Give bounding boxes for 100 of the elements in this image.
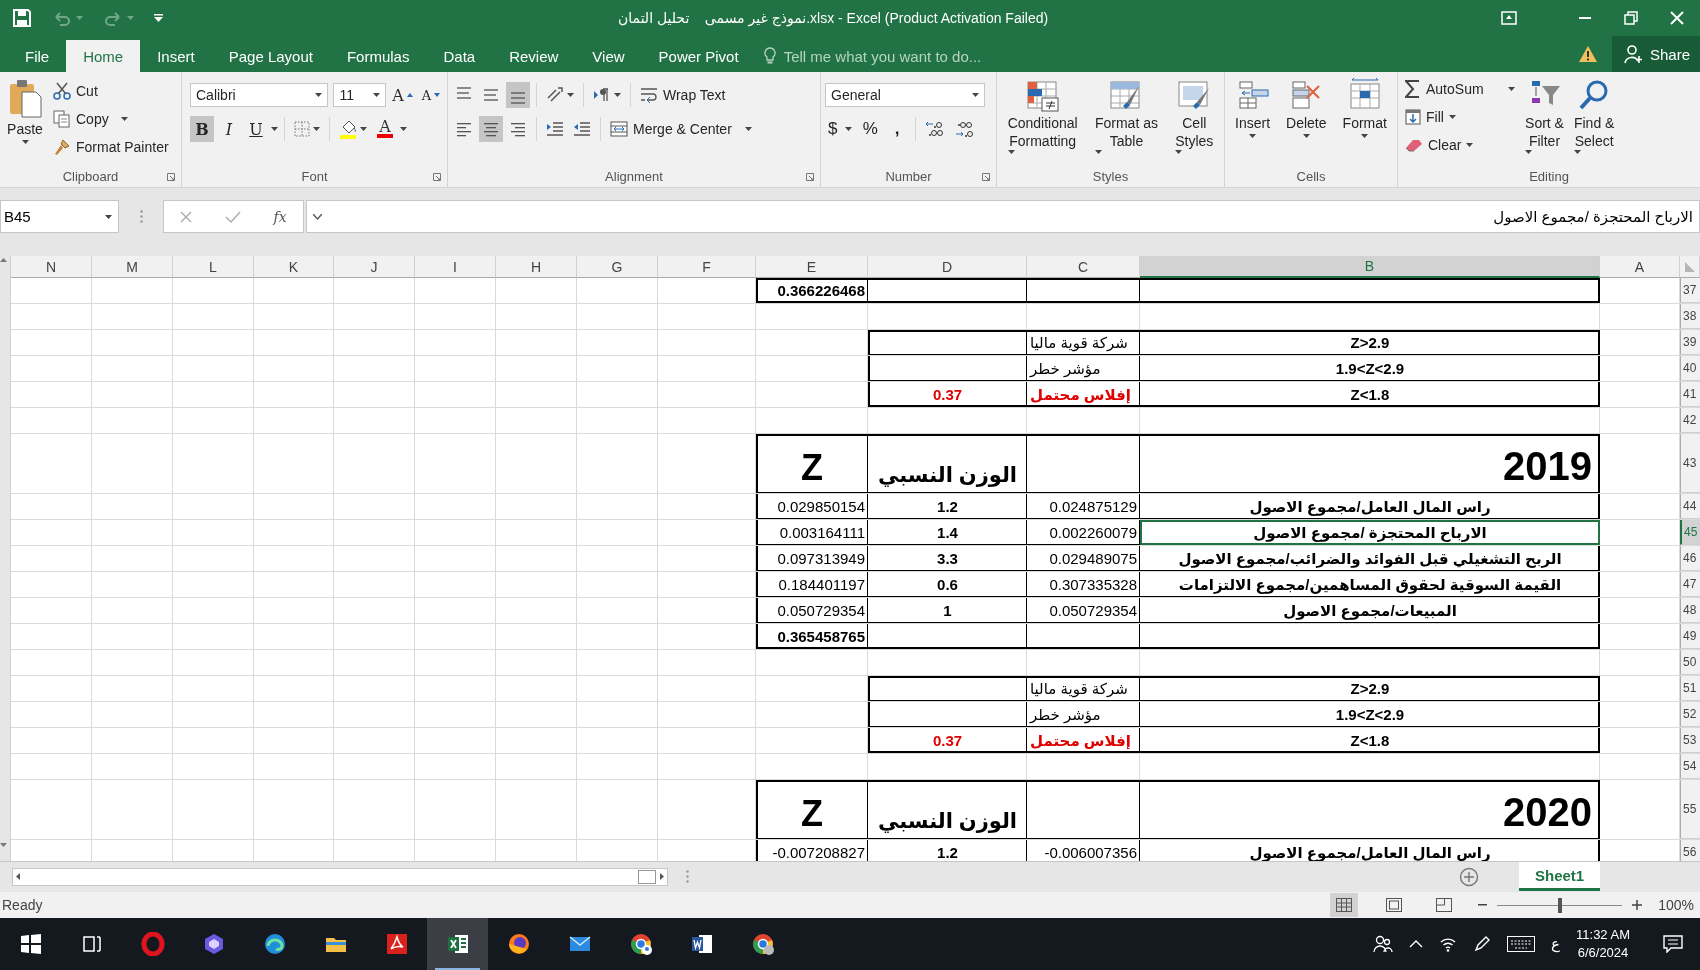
row-header[interactable]: 38 bbox=[1680, 304, 1700, 330]
grow-font-button[interactable]: A bbox=[389, 82, 416, 108]
copy-button[interactable]: Copy bbox=[50, 106, 172, 132]
cut-button[interactable]: Cut bbox=[50, 78, 172, 104]
column-header[interactable]: E bbox=[756, 256, 868, 279]
slider-thumb[interactable] bbox=[1557, 897, 1562, 913]
table-cell: Z<1.8 bbox=[1140, 382, 1600, 408]
row-header[interactable]: 43 bbox=[1680, 434, 1700, 494]
row-header[interactable]: 39 bbox=[1680, 330, 1700, 356]
row-header[interactable]: 53 bbox=[1680, 728, 1700, 754]
row-header[interactable]: 55 bbox=[1680, 780, 1700, 840]
tell-me-field[interactable]: Tell me what you want to do... bbox=[781, 46, 1082, 66]
row-header[interactable]: 37 bbox=[1680, 278, 1700, 304]
column-header[interactable]: H bbox=[496, 256, 577, 279]
clock-button[interactable]: 11:32 AM 6/6/2024 bbox=[1576, 926, 1630, 962]
font-name-dropdown[interactable]: Calibri bbox=[190, 83, 329, 107]
column-header[interactable]: M bbox=[92, 256, 173, 279]
column-header[interactable]: I bbox=[415, 256, 496, 279]
row-header[interactable]: 44 bbox=[1680, 494, 1700, 520]
new-sheet-button[interactable] bbox=[1459, 866, 1479, 887]
currency-button[interactable]: $ bbox=[825, 116, 856, 142]
row-header[interactable]: 46 bbox=[1680, 546, 1700, 572]
row-header[interactable]: 50 bbox=[1680, 650, 1700, 676]
underline-button[interactable]: U bbox=[244, 116, 268, 142]
row-header[interactable]: 56 bbox=[1680, 840, 1700, 862]
format-painter-button[interactable]: Format Painter bbox=[50, 134, 172, 160]
number-format-dropdown[interactable]: General bbox=[825, 83, 985, 107]
row-header[interactable]: 52 bbox=[1680, 702, 1700, 728]
clear-button[interactable]: Clear bbox=[1402, 132, 1519, 158]
column-header[interactable]: K bbox=[254, 256, 334, 279]
percent-button[interactable]: % bbox=[858, 116, 883, 142]
row-header[interactable]: 54 bbox=[1680, 754, 1700, 780]
browser-icon bbox=[628, 932, 653, 956]
italic-button[interactable]: I bbox=[217, 116, 241, 142]
zoom-in-button[interactable] bbox=[1632, 900, 1643, 910]
shrink-font-button[interactable]: A bbox=[418, 82, 443, 108]
caret-icon[interactable] bbox=[313, 213, 322, 220]
paste-button[interactable]: Paste bbox=[4, 76, 46, 165]
menu-tab[interactable]: File bbox=[8, 40, 67, 72]
menu-tab[interactable]: View bbox=[575, 40, 642, 72]
menu-tab[interactable]: Page Layout bbox=[211, 40, 330, 72]
comma-button[interactable]: , bbox=[885, 116, 910, 142]
column-header[interactable]: A bbox=[1600, 256, 1680, 279]
autosum-button[interactable]: AutoSum bbox=[1402, 76, 1519, 102]
column-header[interactable]: J bbox=[334, 256, 415, 279]
caret-icon bbox=[121, 117, 129, 121]
row-header[interactable]: 49 bbox=[1680, 624, 1700, 650]
cell-styles-button[interactable]: Cell Styles bbox=[1172, 76, 1217, 165]
menu-tab[interactable]: Data bbox=[426, 40, 493, 72]
formula-field[interactable]: الارباح المحتجزة /مجموع الاصول bbox=[1493, 207, 1693, 226]
people-button[interactable] bbox=[1373, 935, 1394, 953]
network-button[interactable] bbox=[1439, 936, 1458, 952]
insert-cells-button[interactable]: Insert bbox=[1232, 76, 1274, 165]
column-header[interactable]: B bbox=[1140, 256, 1600, 279]
row-header[interactable]: 51 bbox=[1680, 676, 1700, 702]
font-color-button[interactable]: A bbox=[373, 116, 397, 142]
menu-tab[interactable]: Power Pivot bbox=[641, 40, 756, 72]
find-select-button[interactable]: Find & Select bbox=[1570, 76, 1618, 165]
menu-tab[interactable]: Formulas bbox=[329, 40, 427, 72]
column-header[interactable]: D bbox=[868, 256, 1027, 279]
pen-button[interactable] bbox=[1473, 935, 1492, 953]
caret-icon bbox=[313, 127, 320, 131]
show-hidden-icons-button[interactable] bbox=[1409, 940, 1424, 948]
sort-filter-button[interactable]: Sort & Filter bbox=[1522, 76, 1567, 165]
align-center-button[interactable] bbox=[479, 116, 503, 142]
format-cells-button[interactable]: Format bbox=[1339, 76, 1390, 165]
menu-tab[interactable]: Insert bbox=[140, 40, 212, 72]
merge-center-button[interactable]: Merge & Center bbox=[607, 116, 755, 142]
row-header[interactable]: 42 bbox=[1680, 408, 1700, 434]
format-as-table-button[interactable]: Format as Table bbox=[1091, 76, 1161, 165]
insert-function-button[interactable]: fx bbox=[273, 208, 287, 225]
wrap-text-button[interactable]: Wrap Text bbox=[637, 82, 729, 108]
normal-view-button[interactable] bbox=[1330, 893, 1359, 917]
table-cell: 0.050729354 bbox=[1027, 598, 1140, 624]
column-header[interactable]: G bbox=[577, 256, 658, 279]
column-header[interactable]: F bbox=[658, 256, 756, 279]
touch-keyboard-button[interactable] bbox=[1507, 936, 1536, 952]
row-header[interactable]: 47 bbox=[1680, 572, 1700, 598]
menu-tab[interactable]: Home bbox=[66, 40, 141, 72]
horizontal-scrollbar[interactable] bbox=[12, 867, 668, 886]
name-box[interactable]: B45 bbox=[0, 200, 119, 233]
menu-tab[interactable]: Review bbox=[492, 40, 576, 72]
input-language-button[interactable]: ع bbox=[1551, 935, 1561, 953]
taskbar-app[interactable] bbox=[427, 918, 488, 970]
bold-button[interactable]: B bbox=[190, 116, 214, 142]
column-header[interactable]: L bbox=[173, 256, 254, 279]
fill-button[interactable]: Fill bbox=[1402, 104, 1519, 130]
conditional-formatting-button[interactable]: Conditional Formatting bbox=[1004, 76, 1081, 165]
font-size-dropdown[interactable]: 11 bbox=[333, 83, 387, 107]
sheet-tab[interactable]: Sheet1 bbox=[1519, 862, 1601, 892]
row-header[interactable]: 48 bbox=[1680, 598, 1700, 624]
save-button[interactable] bbox=[12, 8, 32, 28]
customize-toolbar-button[interactable] bbox=[154, 14, 163, 22]
row-header[interactable]: 41 bbox=[1680, 382, 1700, 408]
share-button[interactable]: Share bbox=[1611, 36, 1700, 72]
row-header[interactable]: 45 bbox=[1680, 520, 1700, 546]
column-header[interactable]: N bbox=[11, 256, 92, 279]
vertical-scrollbar[interactable] bbox=[0, 256, 11, 862]
row-header[interactable]: 40 bbox=[1680, 356, 1700, 382]
delete-cells-button[interactable]: Delete bbox=[1283, 76, 1330, 165]
